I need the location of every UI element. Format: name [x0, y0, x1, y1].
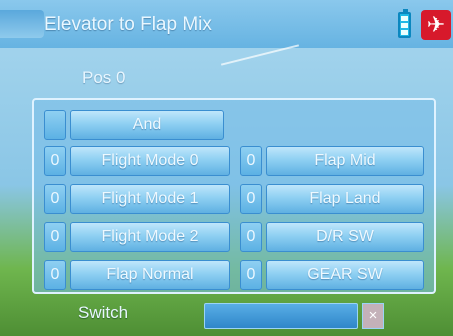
flight-mode-1-button[interactable]: Flight Mode 1: [70, 184, 230, 214]
flight-mode-0-button[interactable]: Flight Mode 0: [70, 146, 230, 176]
dr-sw-button[interactable]: D/R SW: [266, 222, 424, 252]
condition-index[interactable]: 0: [44, 260, 66, 290]
switch-condition-panel: And 0 Flight Mode 0 0 Flight Mode 1 0 Fl…: [32, 98, 436, 294]
and-index[interactable]: [44, 110, 66, 140]
condition-row: 0 D/R SW: [240, 222, 430, 252]
condition-index[interactable]: 0: [44, 146, 66, 176]
condition-row: 0 GEAR SW: [240, 260, 430, 290]
condition-index[interactable]: 0: [240, 146, 262, 176]
condition-index[interactable]: 0: [240, 260, 262, 290]
condition-row: 0 Flap Normal: [44, 260, 234, 290]
title-bar: Elevator to Flap Mix ✈: [0, 0, 453, 48]
condition-row: 0 Flap Land: [240, 184, 430, 214]
page-title: Elevator to Flap Mix: [44, 14, 212, 35]
back-tab[interactable]: [0, 10, 44, 38]
flap-mid-button[interactable]: Flap Mid: [266, 146, 424, 176]
gear-sw-button[interactable]: GEAR SW: [266, 260, 424, 290]
helicopter-icon[interactable]: ✈: [421, 10, 451, 40]
battery-icon: [398, 9, 411, 38]
flight-mode-2-button[interactable]: Flight Mode 2: [70, 222, 230, 252]
condition-row: 0 Flight Mode 2: [44, 222, 234, 252]
condition-row: 0 Flap Mid: [240, 146, 430, 176]
condition-index[interactable]: 0: [44, 184, 66, 214]
flap-normal-button[interactable]: Flap Normal: [70, 260, 230, 290]
and-row: And: [44, 110, 224, 140]
and-button[interactable]: And: [70, 110, 224, 140]
switch-select[interactable]: [204, 303, 358, 329]
condition-row: 0 Flight Mode 1: [44, 184, 234, 214]
position-label: Pos 0: [82, 68, 126, 87]
switch-label: Switch: [78, 303, 129, 322]
condition-index[interactable]: 0: [240, 222, 262, 252]
condition-index[interactable]: 0: [240, 184, 262, 214]
close-icon[interactable]: ×: [362, 303, 384, 329]
condition-index[interactable]: 0: [44, 222, 66, 252]
flap-land-button[interactable]: Flap Land: [266, 184, 424, 214]
condition-row: 0 Flight Mode 0: [44, 146, 234, 176]
